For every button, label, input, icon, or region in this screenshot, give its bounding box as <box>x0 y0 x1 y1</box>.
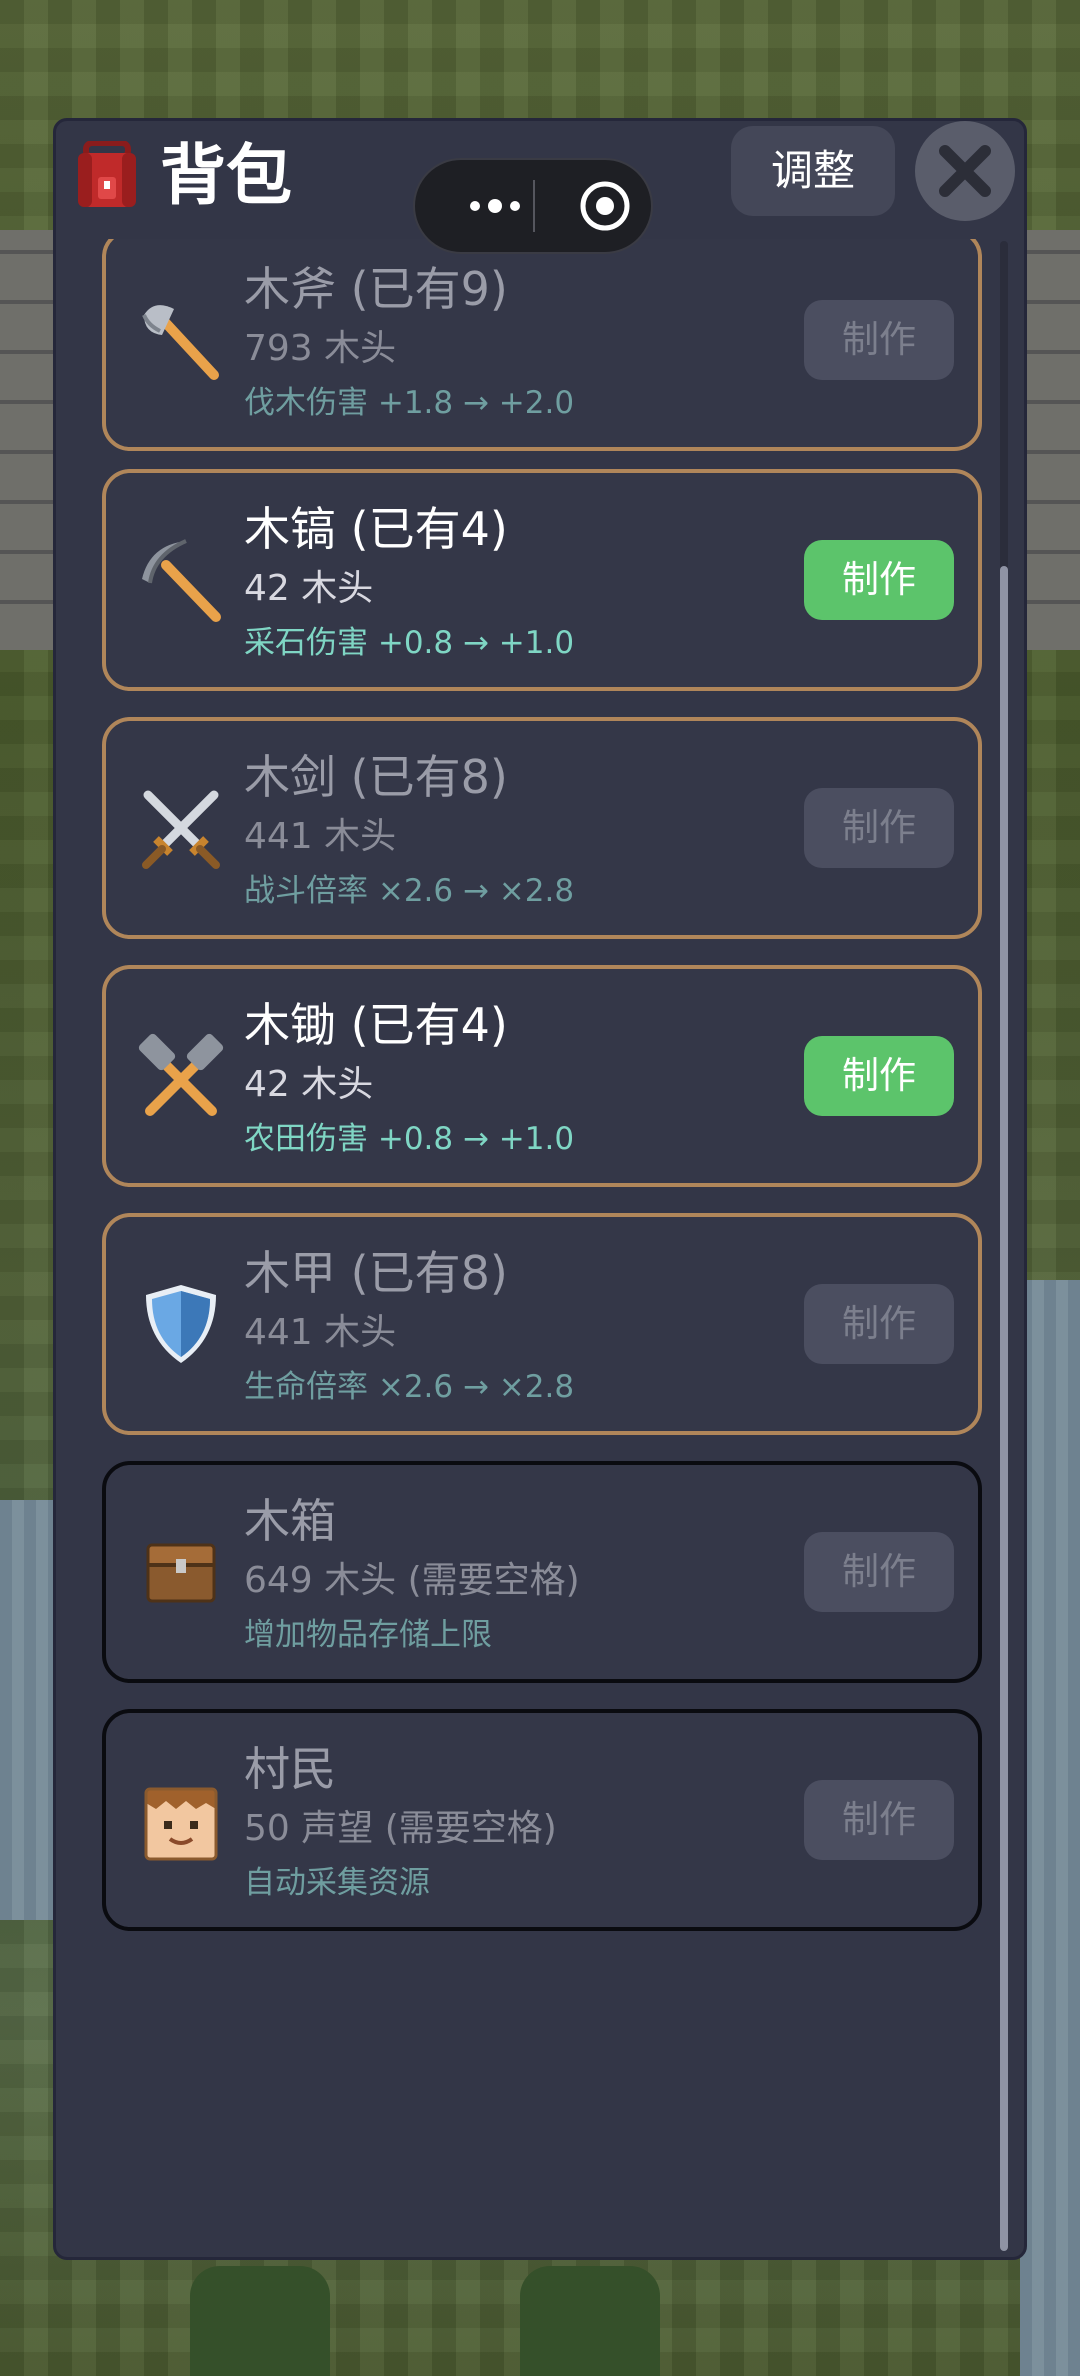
backpack-icon <box>78 141 136 207</box>
item-effect: 自动采集资源 <box>244 1865 430 1901</box>
item-cost: 42 木头 <box>244 1064 374 1105</box>
craft-button[interactable]: 制作 <box>804 1036 954 1116</box>
close-icon <box>939 145 991 197</box>
item-effect: 战斗倍率 ×2.6 → ×2.8 <box>244 873 575 909</box>
water-left <box>0 1500 55 1920</box>
list-item: 木箱 649 木头 (需要空格) 增加物品存储上限 制作 <box>102 1461 982 1683</box>
item-name: 木甲 (已有8) <box>244 1246 508 1300</box>
item-name: 木镐 (已有4) <box>244 502 508 556</box>
craft-list[interactable]: 木斧 (已有9) 793 木头 伐木伤害 +1.8 → +2.0 制作 木镐 (… <box>102 239 982 2039</box>
craft-button[interactable]: 制作 <box>804 1284 954 1364</box>
list-item: 木剑 (已有8) 441 木头 战斗倍率 ×2.6 → ×2.8 制作 <box>102 717 982 939</box>
tree <box>520 2266 660 2376</box>
item-cost: 441 木头 <box>244 1312 397 1353</box>
item-cost: 42 木头 <box>244 568 374 609</box>
item-name: 村民 <box>244 1742 336 1796</box>
item-name: 木斧 (已有9) <box>244 262 508 316</box>
item-effect: 生命倍率 ×2.6 → ×2.8 <box>244 1369 575 1405</box>
tree <box>190 2266 330 2376</box>
item-effect: 增加物品存储上限 <box>244 1617 492 1653</box>
list-item: 木镐 (已有4) 42 木头 采石伤害 +0.8 → +1.0 制作 <box>102 469 982 691</box>
capsule-divider <box>533 180 535 232</box>
item-effect: 农田伤害 +0.8 → +1.0 <box>244 1121 575 1157</box>
more-icon[interactable] <box>445 160 545 252</box>
chest-icon <box>146 1543 216 1603</box>
crossed-swords-icon <box>142 790 220 869</box>
craft-button[interactable]: 制作 <box>804 788 954 868</box>
list-item: 村民 50 声望 (需要空格) 自动采集资源 制作 <box>102 1709 982 1931</box>
item-cost: 50 声望 (需要空格) <box>244 1808 557 1849</box>
crossed-hammers-icon <box>138 1033 224 1116</box>
stone-wall-left <box>0 230 55 650</box>
item-name: 木箱 <box>244 1494 336 1548</box>
item-cost: 793 木头 <box>244 328 397 369</box>
item-name: 木剑 (已有8) <box>244 750 508 804</box>
adjust-button[interactable]: 调整 <box>731 126 895 216</box>
stone-wall-right <box>1020 230 1080 650</box>
item-effect: 伐木伤害 +1.8 → +2.0 <box>244 385 575 421</box>
shield-icon <box>146 1285 216 1363</box>
page-title: 背包 <box>160 137 292 214</box>
craft-button[interactable]: 制作 <box>804 300 954 380</box>
close-button[interactable] <box>915 121 1015 221</box>
axe-icon <box>142 305 219 380</box>
villager-face-icon <box>144 1787 218 1861</box>
list-item: 木斧 (已有9) 793 木头 伐木伤害 +1.8 → +2.0 制作 <box>102 239 982 451</box>
backpack-panel: 背包 调整 木斧 (已有9) 793 木头 伐木伤害 +1.8 → +2.0 制… <box>53 118 1027 2260</box>
item-cost: 649 木头 (需要空格) <box>244 1560 580 1601</box>
item-effect: 采石伤害 +0.8 → +1.0 <box>244 625 575 661</box>
miniprogram-capsule <box>413 158 653 254</box>
scrollbar-thumb[interactable] <box>1000 566 1008 2251</box>
water-right <box>1020 1280 1080 2376</box>
pickaxe-icon <box>142 539 221 622</box>
craft-button[interactable]: 制作 <box>804 1780 954 1860</box>
list-item: 木锄 (已有4) 42 木头 农田伤害 +0.8 → +1.0 制作 <box>102 965 982 1187</box>
craft-button[interactable]: 制作 <box>804 1532 954 1612</box>
item-cost: 441 木头 <box>244 816 397 857</box>
craft-button[interactable]: 制作 <box>804 540 954 620</box>
item-name: 木锄 (已有4) <box>244 998 508 1052</box>
list-item: 木甲 (已有8) 441 木头 生命倍率 ×2.6 → ×2.8 制作 <box>102 1213 982 1435</box>
exit-target-icon[interactable] <box>565 160 645 252</box>
